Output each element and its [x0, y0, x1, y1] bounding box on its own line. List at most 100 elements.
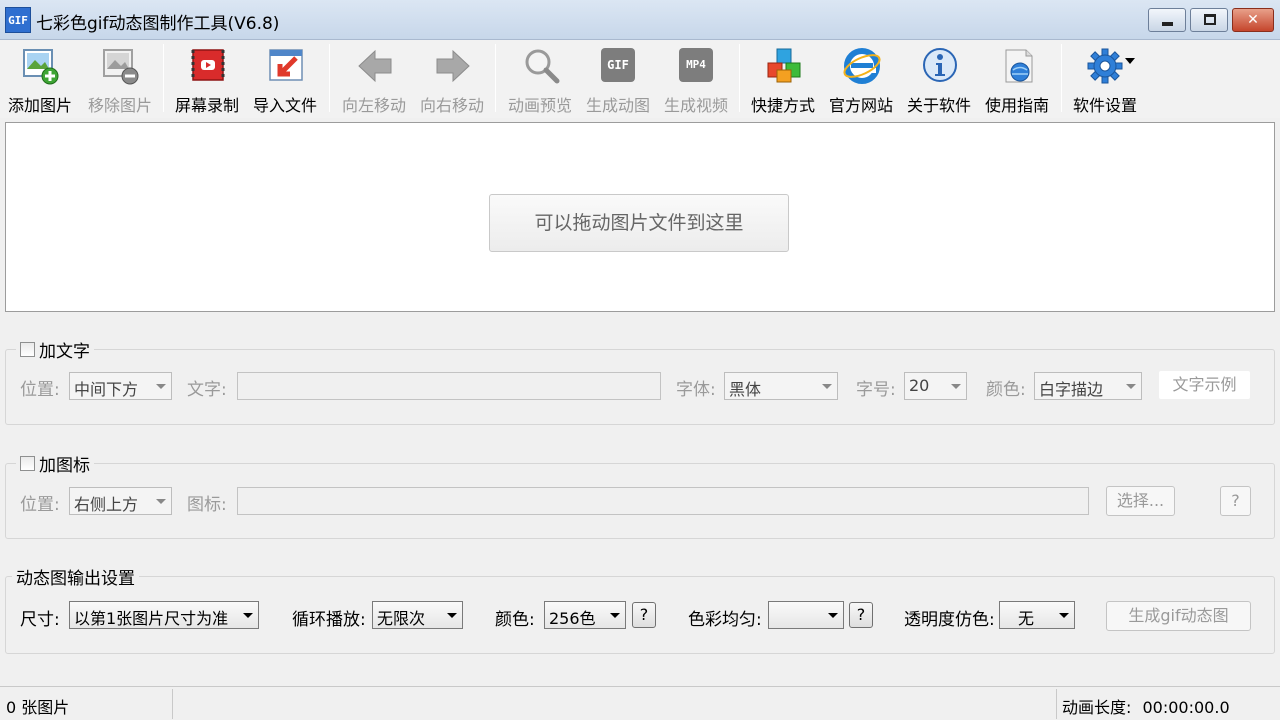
- screen-record-button[interactable]: 屏幕录制: [169, 42, 245, 116]
- text-position-label: 位置:: [20, 380, 60, 400]
- output-size-select[interactable]: 以第1张图片尺寸为准: [69, 601, 259, 629]
- remove-image-icon: [103, 49, 139, 85]
- guide-button[interactable]: 使用指南: [979, 42, 1055, 116]
- gear-icon: [1087, 48, 1123, 84]
- arrow-left-icon: [358, 49, 392, 83]
- generate-gif-button[interactable]: 生成gif动态图: [1106, 601, 1251, 631]
- chevron-down-icon: [243, 613, 253, 618]
- text-color-select[interactable]: 白字描边: [1034, 372, 1142, 400]
- mp4-icon: MP4: [679, 48, 713, 82]
- move-left-label: 向左移动: [341, 96, 406, 115]
- duration-label: 动画长度:: [1062, 698, 1132, 717]
- close-button[interactable]: ✕: [1232, 8, 1274, 32]
- image-drop-area[interactable]: 可以拖动图片文件到这里: [5, 122, 1275, 312]
- maximize-button[interactable]: [1190, 8, 1228, 32]
- remove-image-label: 移除图片: [87, 96, 152, 115]
- chevron-down-icon: [1059, 613, 1069, 618]
- preview-button[interactable]: 动画预览: [502, 42, 578, 116]
- chevron-down-icon: [156, 499, 166, 504]
- loop-label: 循环播放:: [292, 610, 366, 630]
- status-divider: [172, 689, 173, 719]
- status-divider: [1056, 689, 1057, 719]
- add-icon-checkbox[interactable]: [20, 456, 35, 471]
- minimize-button[interactable]: [1148, 8, 1186, 32]
- gif-icon: GIF: [601, 48, 635, 82]
- toolbar: 添加图片 移除图片 屏幕录制 导入文件 向左移动 向右移动 动画预览 GIF 生…: [0, 40, 1280, 118]
- font-size-value: 20: [909, 376, 930, 395]
- info-icon: [923, 48, 957, 82]
- chevron-down-icon: [447, 613, 457, 618]
- text-color-value: 白字描边: [1039, 380, 1104, 399]
- dither-select[interactable]: 无: [999, 601, 1075, 629]
- text-position-value: 中间下方: [74, 380, 139, 399]
- shortcut-label: 快捷方式: [750, 96, 815, 115]
- add-image-button[interactable]: 添加图片: [2, 42, 78, 116]
- color-balance-select[interactable]: [768, 601, 844, 629]
- icon-position-label: 位置:: [20, 495, 60, 515]
- output-size-label: 尺寸:: [20, 610, 60, 630]
- make-gif-label: 生成动图: [585, 96, 650, 115]
- icon-position-select[interactable]: 右侧上方: [69, 487, 172, 515]
- cubes-icon: [767, 48, 801, 83]
- chevron-down-icon: [1126, 384, 1136, 389]
- make-video-button[interactable]: MP4 生成视频: [658, 42, 734, 116]
- icon-path-input[interactable]: [237, 487, 1089, 515]
- text-color-label: 颜色:: [986, 380, 1026, 400]
- settings-button[interactable]: 软件设置: [1067, 42, 1143, 116]
- icon-path-label: 图标:: [187, 495, 227, 515]
- add-icon-label: 加图标: [39, 456, 90, 476]
- screen-record-icon: [191, 49, 225, 81]
- font-label: 字体:: [676, 380, 716, 400]
- icon-help-button[interactable]: ?: [1220, 486, 1251, 516]
- arrow-right-icon: [436, 49, 470, 83]
- color-balance-label: 色彩均匀:: [688, 610, 762, 630]
- chevron-down-icon: [156, 384, 166, 389]
- text-position-select[interactable]: 中间下方: [69, 372, 172, 400]
- move-right-button[interactable]: 向右移动: [414, 42, 490, 116]
- color-help-button[interactable]: ?: [632, 602, 656, 628]
- font-value: 黑体: [729, 380, 762, 399]
- loop-select[interactable]: 无限次: [372, 601, 463, 629]
- minimize-icon: [1162, 22, 1173, 26]
- add-text-label: 加文字: [39, 342, 90, 362]
- website-button[interactable]: 官方网站: [823, 42, 899, 116]
- add-image-label: 添加图片: [7, 96, 72, 115]
- title-bar: GIF 七彩色gif动态图制作工具(V6.8) ✕: [0, 0, 1280, 40]
- maximize-icon: [1204, 14, 1216, 25]
- make-gif-button[interactable]: GIF 生成动图: [580, 42, 656, 116]
- choose-icon-button[interactable]: 选择...: [1106, 486, 1175, 516]
- magnifier-icon: [525, 49, 560, 84]
- close-icon: ✕: [1247, 12, 1259, 28]
- text-content-input[interactable]: [237, 372, 661, 400]
- about-label: 关于软件: [906, 96, 971, 115]
- import-file-button[interactable]: 导入文件: [247, 42, 323, 116]
- guide-icon: [1005, 49, 1033, 83]
- add-image-icon: [23, 49, 59, 85]
- font-size-label: 字号:: [856, 380, 896, 400]
- add-icon-title: 加图标: [16, 451, 94, 476]
- output-color-label: 颜色:: [495, 610, 535, 630]
- import-file-icon: [269, 49, 303, 81]
- chevron-down-icon: [828, 613, 838, 618]
- animation-duration: 动画长度: 00:00:00.0: [1062, 694, 1230, 718]
- browser-icon: [843, 48, 881, 84]
- settings-dropdown-icon: [1125, 58, 1135, 64]
- dither-value: 无: [1018, 609, 1035, 628]
- balance-help-button[interactable]: ?: [849, 602, 873, 628]
- font-size-select[interactable]: 20: [904, 372, 967, 400]
- settings-label: 软件设置: [1072, 96, 1137, 115]
- add-text-title: 加文字: [16, 337, 94, 362]
- remove-image-button[interactable]: 移除图片: [82, 42, 158, 116]
- window-title: 七彩色gif动态图制作工具(V6.8): [36, 14, 280, 34]
- output-color-value: 256色: [549, 609, 596, 628]
- add-text-checkbox[interactable]: [20, 342, 35, 357]
- move-left-button[interactable]: 向左移动: [336, 42, 412, 116]
- about-button[interactable]: 关于软件: [901, 42, 977, 116]
- shortcut-button[interactable]: 快捷方式: [745, 42, 821, 116]
- import-file-label: 导入文件: [252, 96, 317, 115]
- font-select[interactable]: 黑体: [724, 372, 838, 400]
- text-sample-button[interactable]: 文字示例: [1158, 370, 1251, 400]
- guide-label: 使用指南: [984, 96, 1049, 115]
- text-content-label: 文字:: [187, 380, 227, 400]
- output-color-select[interactable]: 256色: [544, 601, 626, 629]
